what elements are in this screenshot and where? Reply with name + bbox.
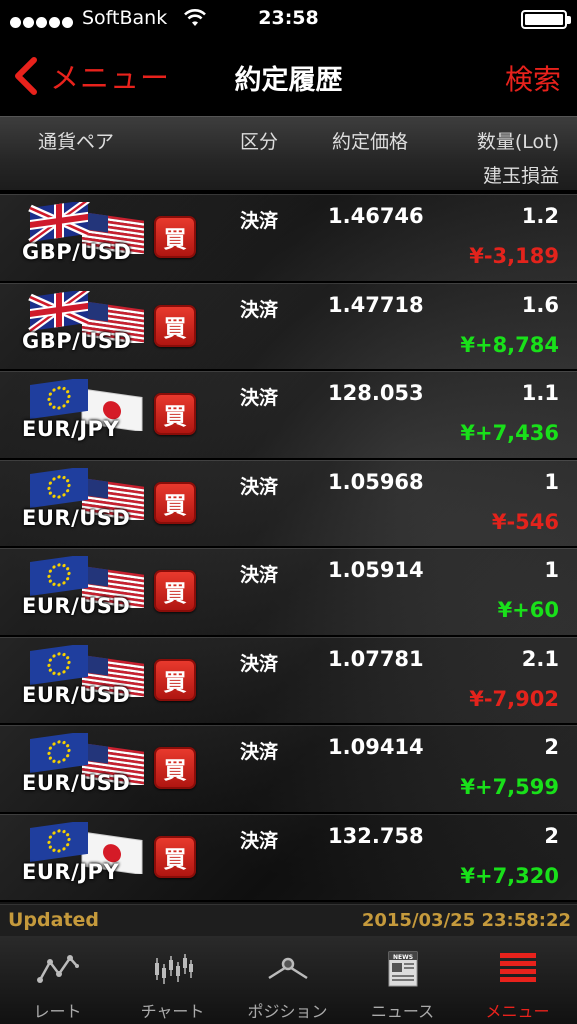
trade-price: 1.07781 [328, 646, 424, 671]
currency-pair: EUR/USD [22, 682, 131, 707]
currency-pair: EUR/JPY [22, 417, 120, 441]
currency-pair: EUR/USD [22, 594, 131, 618]
trade-price: 1.46746 [328, 204, 424, 228]
trade-quantity: 1 [544, 558, 559, 582]
trade-profit-loss: ¥+60 [497, 598, 559, 622]
column-kubun: 区分 [240, 131, 279, 153]
trade-quantity: 1.6 [521, 292, 559, 317]
page-title: 約定履歴 [234, 65, 343, 96]
tab-rate[interactable]: レート [0, 936, 115, 1024]
tab-news[interactable]: NEWS ニュース [345, 936, 460, 1024]
trade-price: 132.758 [328, 823, 424, 848]
updated-timestamp: 2015/03/25 23:58:22 [361, 910, 571, 931]
buy-badge: 買 [154, 658, 196, 701]
trade-row[interactable]: GBP/USD 買 決済 1.47718 1.6 ¥+8,784 [0, 282, 577, 371]
trade-kubun: 決済 [240, 475, 279, 498]
tab-label: ニュース [370, 1002, 435, 1021]
currency-pair: GBP/USD [22, 240, 132, 264]
trade-profit-loss: ¥+7,599 [460, 775, 559, 799]
tab-position[interactable]: ポジション [230, 936, 345, 1024]
currency-pair: EUR/USD [22, 771, 131, 795]
chart-icon [155, 954, 193, 984]
column-header: 通貨ペア 区分 約定価格 数量(Lot) 建玉損益 [0, 116, 577, 192]
trade-price: 1.47718 [328, 292, 424, 317]
trade-quantity: 2 [544, 823, 559, 848]
trade-row[interactable]: GBP/USD 買 決済 1.46746 1.2 ¥-3,189 [0, 194, 577, 283]
buy-badge: 買 [154, 747, 196, 789]
battery-icon [521, 10, 571, 29]
trade-row[interactable]: EUR/USD 買 決済 1.09414 2 ¥+7,599 [0, 725, 577, 814]
tab-label: チャート [140, 1002, 205, 1021]
buy-badge: 買 [154, 304, 196, 347]
navigation-bar: メニュー 約定履歴 検索 [0, 38, 577, 116]
menu-icon [500, 953, 536, 982]
buy-badge: 買 [154, 835, 196, 878]
trade-quantity: 1.1 [521, 381, 559, 405]
trade-row[interactable]: EUR/JPY 買 決済 128.053 1.1 ¥+7,436 [0, 371, 577, 460]
tab-label: ポジション [247, 1002, 328, 1021]
trade-kubun: 決済 [240, 210, 279, 232]
rate-icon [37, 955, 79, 983]
currency-pair: GBP/USD [22, 328, 132, 353]
trade-profit-loss: ¥+8,784 [460, 332, 559, 357]
trade-quantity: 2 [544, 735, 559, 759]
trade-row[interactable]: EUR/USD 買 決済 1.05968 1 ¥-546 [0, 459, 577, 548]
status-time: 23:58 [258, 7, 319, 29]
currency-pair: EUR/USD [22, 505, 131, 530]
trade-kubun: 決済 [240, 741, 279, 763]
trade-history-list[interactable]: GBP/USD 買 決済 1.46746 1.2 ¥-3,189 GBP/USD… [0, 194, 577, 904]
trade-quantity: 2.1 [521, 646, 559, 671]
trade-profit-loss: ¥+7,320 [460, 863, 559, 888]
currency-pair: EUR/JPY [22, 859, 120, 884]
tab-label: レート [33, 1002, 82, 1021]
column-price: 約定価格 [332, 131, 409, 153]
updated-label: Updated [8, 909, 100, 931]
tab-label: メニュー [485, 1002, 550, 1021]
trade-price: 1.05968 [328, 469, 424, 494]
status-bar: SoftBank 23:58 [0, 0, 577, 38]
trade-profit-loss: ¥+7,436 [460, 421, 559, 445]
trade-quantity: 1 [544, 469, 559, 494]
trade-row[interactable]: EUR/USD 買 決済 1.05914 1 ¥+60 [0, 548, 577, 637]
search-button[interactable]: 検索 [505, 58, 561, 98]
trade-profit-loss: ¥-7,902 [469, 686, 559, 711]
trade-row[interactable]: EUR/JPY 買 決済 132.758 2 ¥+7,320 [0, 813, 577, 902]
trade-price: 1.09414 [328, 735, 424, 759]
buy-badge: 買 [154, 570, 196, 612]
updated-bar: Updated 2015/03/25 23:58:22 [0, 904, 577, 936]
news-icon: NEWS [388, 951, 418, 987]
trade-price: 128.053 [328, 381, 424, 405]
column-quantity: 数量(Lot) [476, 131, 559, 153]
trade-kubun: 決済 [240, 829, 279, 852]
trade-kubun: 決済 [240, 298, 279, 321]
trade-kubun: 決済 [240, 652, 279, 675]
trade-profit-loss: ¥-3,189 [469, 244, 559, 268]
column-pl: 建玉損益 [482, 165, 559, 187]
buy-badge: 買 [154, 393, 196, 435]
trade-kubun: 決済 [240, 387, 279, 409]
trade-kubun: 決済 [240, 564, 279, 586]
trade-price: 1.05914 [328, 558, 424, 582]
column-pair: 通貨ペア [38, 131, 115, 153]
buy-badge: 買 [154, 481, 196, 524]
tab-bar: レート チャート ポジション NEWS ニュース メニュー [0, 936, 577, 1024]
trade-profit-loss: ¥-546 [491, 509, 559, 534]
tab-chart[interactable]: チャート [115, 936, 230, 1024]
position-icon [268, 957, 308, 980]
trade-row[interactable]: EUR/USD 買 決済 1.07781 2.1 ¥-7,902 [0, 636, 577, 725]
trade-quantity: 1.2 [521, 204, 559, 228]
tab-menu[interactable]: メニュー [460, 936, 575, 1024]
buy-badge: 買 [154, 216, 196, 258]
svg-text:NEWS: NEWS [393, 954, 413, 961]
